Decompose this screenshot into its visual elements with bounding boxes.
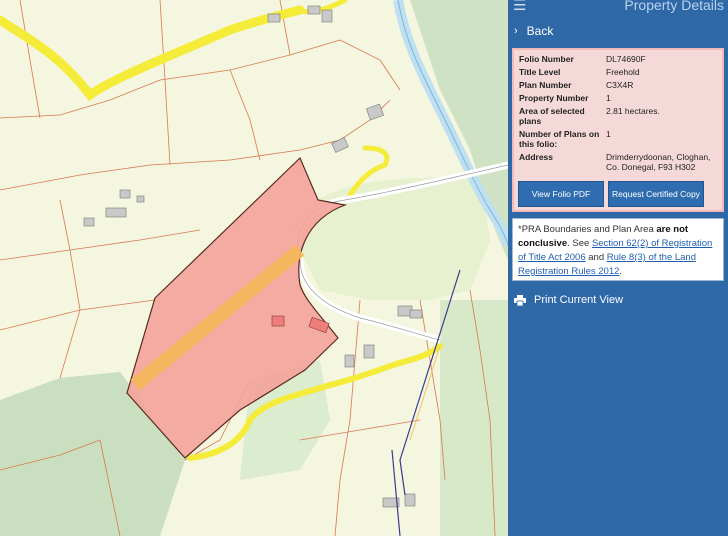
map-canvas[interactable] — [0, 0, 508, 536]
detail-label: Area of selected plans — [519, 106, 585, 126]
detail-label: Property Number — [519, 93, 589, 103]
card-actions: View Folio PDF Request Certified Copy — [518, 181, 704, 207]
print-current-view-button[interactable]: Print Current View — [514, 294, 623, 306]
detail-label: Address — [519, 152, 554, 162]
note-mid: and — [585, 252, 607, 263]
folio-details-card: Folio Number DL74690F Title Level Freeho… — [512, 48, 724, 212]
note-mid: . See — [567, 238, 592, 249]
detail-row: Area of selected plans 2.81 hectares. — [519, 106, 717, 126]
detail-value: DL74690F — [606, 54, 646, 64]
detail-value: 1 — [606, 129, 611, 139]
property-details-panel: ☰ Property Details › Back Folio Number D… — [508, 0, 728, 536]
menu-icon[interactable]: ☰ — [513, 0, 526, 13]
panel-title: Property Details — [624, 0, 724, 13]
back-label: Back — [526, 24, 554, 38]
chevron-right-icon: › — [514, 25, 518, 37]
detail-label: Title Level — [519, 67, 561, 77]
detail-row: Address Drimderrydoonan, Cloghan, Co. Do… — [519, 152, 717, 172]
detail-row: Number of Plans on this folio: 1 — [519, 129, 717, 149]
detail-row: Folio Number DL74690F — [519, 54, 717, 64]
detail-value: Freehold — [606, 67, 640, 77]
woodland-area — [440, 300, 508, 536]
printer-icon — [514, 294, 526, 306]
detail-label: Folio Number — [519, 54, 574, 64]
detail-value: 1 — [606, 93, 611, 103]
map-view[interactable] — [0, 0, 508, 536]
detail-row: Title Level Freehold — [519, 67, 717, 77]
detail-value: 2.81 hectares. — [606, 106, 660, 116]
detail-label: Plan Number — [519, 80, 572, 90]
detail-value: C3X4R — [606, 80, 634, 90]
note-prefix: *PRA Boundaries and Plan Area — [518, 224, 657, 235]
panel-header: ☰ Property Details — [508, 0, 728, 16]
print-label: Print Current View — [534, 294, 624, 306]
note-suffix: . — [619, 266, 623, 277]
detail-label: Number of Plans on this folio: — [519, 129, 600, 149]
detail-row: Property Number 1 — [519, 93, 717, 103]
back-button[interactable]: › Back — [514, 24, 553, 38]
view-folio-pdf-button[interactable]: View Folio PDF — [518, 181, 604, 207]
detail-value: Drimderrydoonan, Cloghan, Co. Donegal, F… — [606, 152, 711, 172]
request-certified-copy-button[interactable]: Request Certified Copy — [608, 181, 704, 207]
detail-row: Plan Number C3X4R — [519, 80, 717, 90]
disclaimer-note: *PRA Boundaries and Plan Area are not co… — [512, 218, 724, 281]
